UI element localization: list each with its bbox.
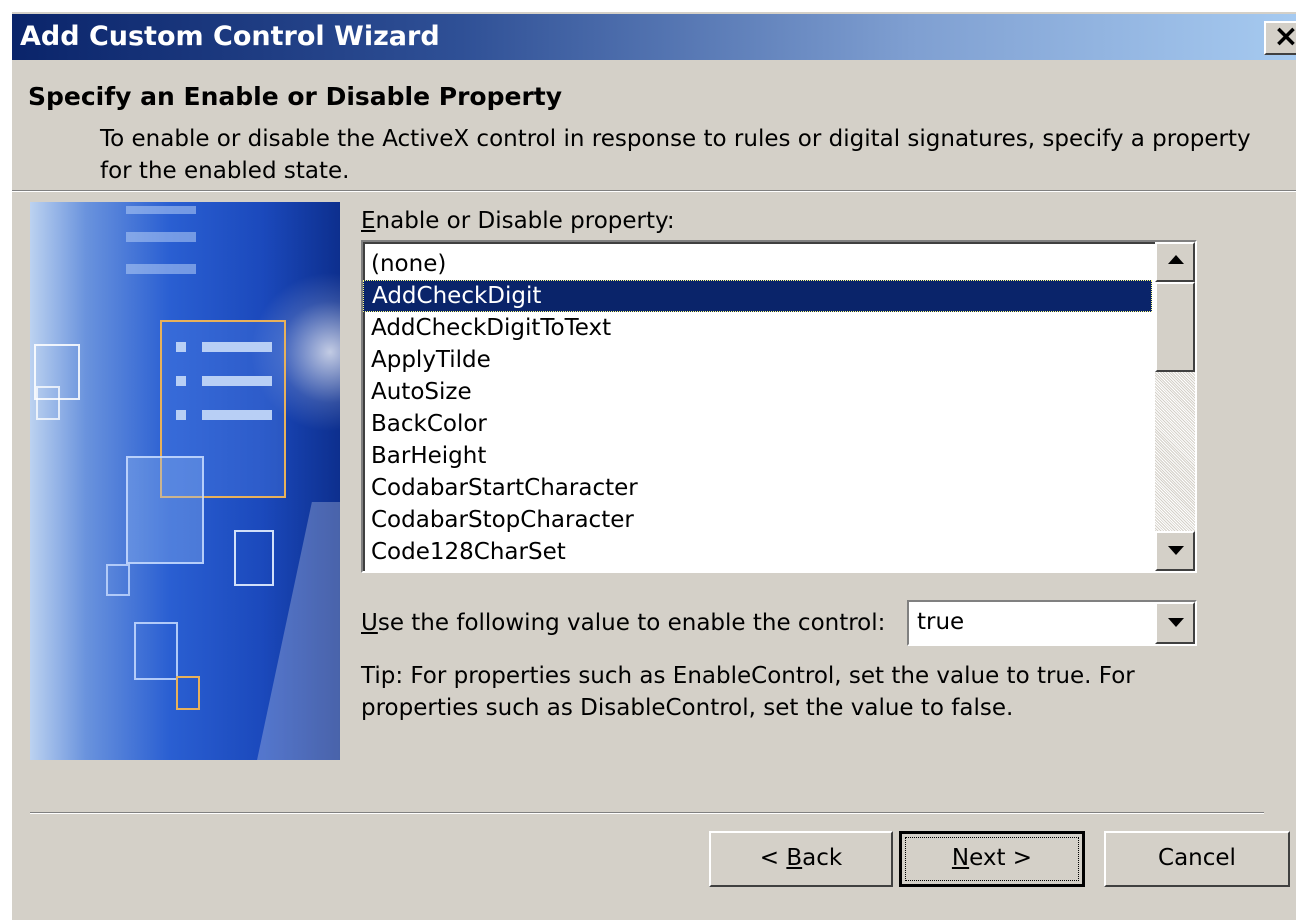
graphic-square	[234, 530, 274, 586]
scroll-thumb[interactable]	[1155, 282, 1195, 372]
wizard-window: Add Custom Control Wizard × Specify an E…	[0, 0, 1296, 920]
value-label-accel: U	[361, 610, 378, 636]
focus-rectangle	[905, 837, 1079, 881]
tip-text: Tip: For properties such as EnableContro…	[361, 663, 1135, 721]
scroll-down-button[interactable]	[1155, 531, 1195, 571]
graphic-square	[36, 386, 60, 420]
list-item[interactable]: (none)	[363, 248, 1152, 280]
back-button-prefix: <	[759, 845, 787, 871]
header-divider	[12, 190, 1296, 192]
graphic-square	[106, 564, 130, 596]
close-icon[interactable]: ×	[1264, 21, 1296, 55]
cancel-button[interactable]: Cancel	[1104, 831, 1290, 887]
graphic-square	[134, 622, 178, 680]
property-list-label-text: nable or Disable property:	[375, 208, 675, 234]
property-list-label: Enable or Disable property:	[361, 206, 675, 236]
next-button[interactable]: Next >	[899, 831, 1085, 887]
list-item[interactable]: ApplyTilde	[363, 344, 1152, 376]
page-description: To enable or disable the ActiveX control…	[100, 126, 1251, 184]
graphic-bar	[126, 264, 196, 274]
footer-divider	[30, 812, 1264, 814]
property-list-label-accel: E	[361, 208, 376, 234]
back-button-accel: B	[786, 845, 803, 871]
value-label-text: se the following value to enable the con…	[377, 610, 886, 636]
window-title: Add Custom Control Wizard	[20, 21, 440, 52]
list-item[interactable]: BarHeight	[363, 440, 1152, 472]
back-button[interactable]: < Back	[709, 831, 893, 887]
list-item[interactable]: BackColor	[363, 408, 1152, 440]
graphic-bar	[126, 232, 196, 242]
title-bar[interactable]: Add Custom Control Wizard ×	[12, 14, 1296, 60]
enable-value-combobox[interactable]: true	[907, 600, 1197, 646]
value-label: Use the following value to enable the co…	[361, 608, 885, 638]
list-item-selected[interactable]: AddCheckDigit	[363, 280, 1152, 312]
graphic-square	[176, 676, 200, 710]
wizard-graphic	[30, 202, 340, 760]
list-scrollbar[interactable]	[1155, 242, 1195, 571]
list-item[interactable]: CodabarStopCharacter	[363, 504, 1152, 536]
enable-value-text: true	[917, 609, 965, 635]
page-heading: Specify an Enable or Disable Property	[28, 82, 563, 111]
property-list[interactable]: (none) AddCheckDigit AddCheckDigitToText…	[363, 248, 1152, 568]
graphic-bar	[126, 206, 196, 214]
scroll-down-icon	[1168, 546, 1184, 555]
scroll-up-icon	[1168, 255, 1184, 264]
scroll-up-button[interactable]	[1155, 242, 1195, 282]
list-item[interactable]: AutoSize	[363, 376, 1152, 408]
dropdown-button[interactable]	[1155, 602, 1195, 644]
back-button-label: ack	[802, 845, 843, 871]
window-frame-left	[0, 0, 12, 920]
list-item[interactable]: Code128CharSet	[363, 536, 1152, 568]
list-item[interactable]: AddCheckDigitToText	[363, 312, 1152, 344]
list-item[interactable]: CodabarStartCharacter	[363, 472, 1152, 504]
graphic-square	[126, 456, 204, 564]
property-listbox[interactable]: (none) AddCheckDigit AddCheckDigitToText…	[361, 240, 1197, 573]
dropdown-arrow-icon	[1168, 618, 1184, 627]
window-frame-top	[0, 0, 1296, 12]
